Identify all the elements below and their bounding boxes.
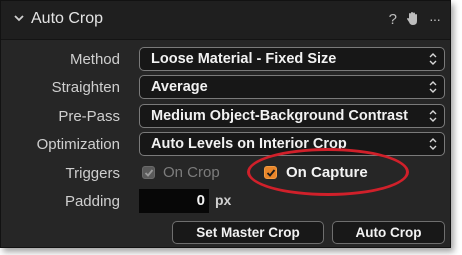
set-master-crop-button[interactable]: Set Master Crop — [172, 221, 324, 244]
auto-crop-button[interactable]: Auto Crop — [332, 221, 445, 244]
button-row: Set Master Crop Auto Crop — [1, 221, 450, 247]
prepass-select[interactable]: Medium Object-Background Contrast — [139, 104, 445, 128]
straighten-label: Straighten — [51, 79, 120, 96]
chevron-down-icon[interactable] — [13, 12, 25, 27]
straighten-row: Straighten Average — [1, 75, 450, 101]
on-crop-label: On Crop — [163, 164, 220, 181]
more-icon[interactable]: ··· — [429, 11, 441, 29]
padding-unit: px — [215, 192, 232, 208]
padding-input[interactable]: 0 — [139, 189, 209, 213]
hand-icon[interactable] — [406, 11, 420, 29]
highlight-ring — [247, 148, 409, 196]
prepass-value: Medium Object-Background Contrast — [151, 108, 408, 124]
straighten-value: Average — [151, 79, 208, 95]
method-row: Method Loose Material - Fixed Size — [1, 47, 450, 73]
padding-row: Padding 0 px — [1, 189, 450, 215]
up-down-arrows-icon — [429, 138, 437, 150]
optimization-label: Optimization — [36, 136, 120, 153]
header-icons: ? ··· — [389, 11, 441, 29]
checkmark-icon — [144, 169, 154, 177]
prepass-row: Pre-Pass Medium Object-Background Contra… — [1, 104, 450, 130]
triggers-label: Triggers — [65, 165, 120, 182]
method-value: Loose Material - Fixed Size — [151, 51, 337, 67]
padding-label: Padding — [64, 193, 120, 210]
method-label: Method — [69, 51, 120, 68]
prepass-label: Pre-Pass — [58, 108, 120, 125]
straighten-select[interactable]: Average — [139, 75, 445, 99]
up-down-arrows-icon — [429, 53, 437, 65]
on-crop-checkbox[interactable] — [142, 166, 155, 179]
panel-header[interactable]: Auto Crop ? ··· — [1, 1, 450, 40]
up-down-arrows-icon — [429, 81, 437, 93]
up-down-arrows-icon — [429, 110, 437, 122]
method-select[interactable]: Loose Material - Fixed Size — [139, 47, 445, 71]
auto-crop-panel: Auto Crop ? ··· Method Loose Material - … — [0, 0, 451, 248]
panel-title: Auto Crop — [31, 10, 104, 27]
question-icon[interactable]: ? — [389, 11, 397, 29]
